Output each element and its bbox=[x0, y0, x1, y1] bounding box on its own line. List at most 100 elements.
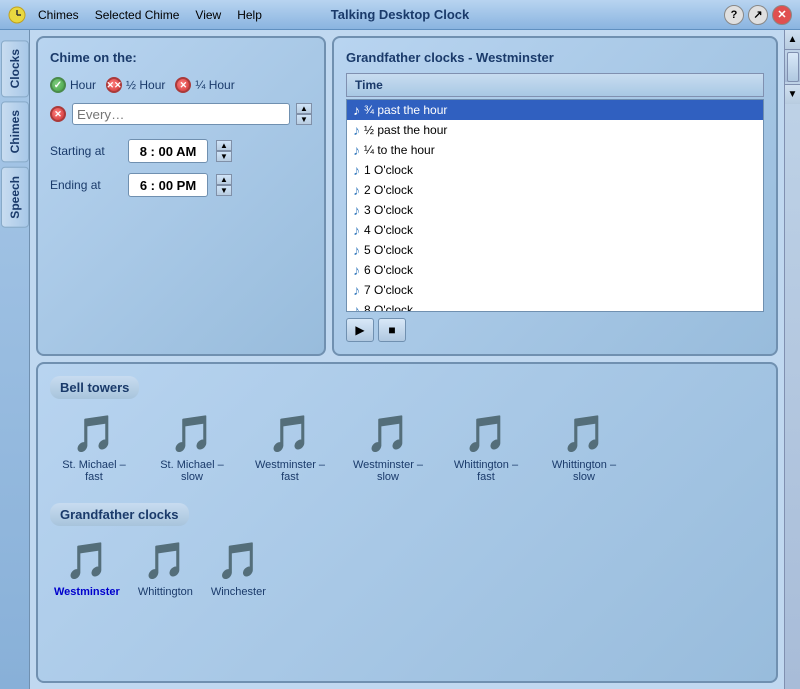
chime-list-item[interactable]: ♪½ past the hour bbox=[347, 120, 763, 140]
music-icon: 🎵 bbox=[170, 413, 215, 455]
main-content: Clocks Chimes Speech Chime on the: Hour … bbox=[0, 30, 800, 689]
card-label: Westminster – slow bbox=[348, 459, 428, 483]
card-label: St. Michael – slow bbox=[152, 459, 232, 483]
play-button[interactable]: ▶ bbox=[346, 318, 374, 342]
music-icon: 🎵 bbox=[216, 540, 261, 582]
quarter-hour-option[interactable]: ✕ ¼ Hour bbox=[175, 77, 234, 93]
grandfather-card[interactable]: 🎵 Winchester bbox=[207, 536, 270, 602]
hour-radio[interactable] bbox=[50, 77, 66, 93]
chime-list-item[interactable]: ♪¾ past the hour bbox=[347, 100, 763, 120]
bell-tower-card[interactable]: 🎵Whittington – slow bbox=[540, 409, 628, 487]
grandfather-grid: 🎵Westminster🎵Whittington🎵Winchester bbox=[50, 536, 764, 602]
half-hour-option[interactable]: ✕ ½ Hour bbox=[106, 77, 165, 93]
music-icon: 🎵 bbox=[366, 413, 411, 455]
every-spinner: ▲ ▼ bbox=[296, 103, 312, 125]
chime-settings-panel: Chime on the: Hour ✕ ½ Hour ✕ ¼ Hour bbox=[36, 36, 326, 356]
music-icon: 🎵 bbox=[65, 540, 110, 582]
bottom-panel: Bell towers 🎵St. Michael – fast🎵St. Mich… bbox=[36, 362, 778, 683]
ending-at-label: Ending at bbox=[50, 178, 120, 192]
ending-spin-up[interactable]: ▲ bbox=[216, 174, 232, 185]
menu-help[interactable]: Help bbox=[231, 6, 268, 24]
app-icon bbox=[8, 6, 26, 24]
chime-list-item[interactable]: ♪3 O'clock bbox=[347, 200, 763, 220]
card-label: Whittington bbox=[138, 586, 193, 598]
note-icon: ♪ bbox=[353, 222, 360, 238]
chime-list-container[interactable]: ♪¾ past the hour♪½ past the hour♪¼ to th… bbox=[346, 99, 764, 312]
chime-list-item[interactable]: ♪2 O'clock bbox=[347, 180, 763, 200]
half-hour-radio[interactable]: ✕ bbox=[106, 77, 122, 93]
bell-towers-header: Bell towers bbox=[50, 376, 139, 399]
note-icon: ♪ bbox=[353, 142, 360, 158]
maximize-button[interactable]: ↗ bbox=[748, 5, 768, 25]
outer-scrollbar[interactable]: ▲ ▼ bbox=[784, 30, 800, 689]
menu-view[interactable]: View bbox=[189, 6, 227, 24]
note-icon: ♪ bbox=[353, 262, 360, 278]
note-icon: ♪ bbox=[353, 102, 360, 118]
scroll-thumb[interactable] bbox=[787, 52, 799, 82]
music-icon: 🎵 bbox=[268, 413, 313, 455]
card-label: Whittington – slow bbox=[544, 459, 624, 483]
chime-list-item[interactable]: ♪8 O'clock bbox=[347, 300, 763, 312]
chime-list-title: Grandfather clocks - Westminster bbox=[346, 50, 764, 65]
grandfather-card[interactable]: 🎵Westminster bbox=[50, 536, 124, 602]
bell-tower-card[interactable]: 🎵Westminster – fast bbox=[246, 409, 334, 487]
sidebar-tab-chimes[interactable]: Chimes bbox=[1, 101, 29, 162]
every-radio[interactable]: ✕ bbox=[50, 106, 66, 122]
note-icon: ♪ bbox=[353, 202, 360, 218]
every-input[interactable] bbox=[72, 103, 290, 125]
every-spin-up[interactable]: ▲ bbox=[296, 103, 312, 114]
bell-towers-grid: 🎵St. Michael – fast🎵St. Michael – slow🎵W… bbox=[50, 409, 764, 487]
card-label: Winchester bbox=[211, 586, 266, 598]
menu-chimes[interactable]: Chimes bbox=[32, 6, 85, 24]
title-bar: Chimes Selected Chime View Help Talking … bbox=[0, 0, 800, 30]
every-row: ✕ ▲ ▼ bbox=[50, 103, 312, 125]
stop-button[interactable]: ■ bbox=[378, 318, 406, 342]
note-icon: ♪ bbox=[353, 182, 360, 198]
close-button[interactable]: ✕ bbox=[772, 5, 792, 25]
starting-spin-up[interactable]: ▲ bbox=[216, 140, 232, 151]
menu-selected-chime[interactable]: Selected Chime bbox=[89, 6, 186, 24]
list-column-header: Time bbox=[346, 73, 764, 97]
music-icon: 🎵 bbox=[143, 540, 188, 582]
hour-label: Hour bbox=[70, 78, 96, 92]
starting-spinner: ▲ ▼ bbox=[216, 140, 232, 162]
bell-tower-card[interactable]: 🎵St. Michael – fast bbox=[50, 409, 138, 487]
scroll-down-arrow[interactable]: ▼ bbox=[785, 84, 800, 104]
chime-list-item[interactable]: ♪¼ to the hour bbox=[347, 140, 763, 160]
bell-tower-card[interactable]: 🎵Whittington – fast bbox=[442, 409, 530, 487]
quarter-hour-label: ¼ Hour bbox=[195, 78, 234, 92]
chime-list-item[interactable]: ♪6 O'clock bbox=[347, 260, 763, 280]
ending-spin-down[interactable]: ▼ bbox=[216, 185, 232, 196]
help-button[interactable]: ? bbox=[724, 5, 744, 25]
grandfather-card[interactable]: 🎵 Whittington bbox=[134, 536, 197, 602]
note-icon: ♪ bbox=[353, 122, 360, 138]
bell-tower-card[interactable]: 🎵 St. Michael – slow bbox=[148, 409, 236, 487]
chime-list-item[interactable]: ♪4 O'clock bbox=[347, 220, 763, 240]
starting-spin-down[interactable]: ▼ bbox=[216, 151, 232, 162]
center-area: Chime on the: Hour ✕ ½ Hour ✕ ¼ Hour bbox=[30, 30, 784, 689]
top-panel: Chime on the: Hour ✕ ½ Hour ✕ ¼ Hour bbox=[36, 36, 778, 356]
left-sidebar: Clocks Chimes Speech bbox=[0, 30, 30, 689]
ending-at-row: Ending at ▲ ▼ bbox=[50, 173, 312, 197]
grandfather-clocks-header: Grandfather clocks bbox=[50, 503, 189, 526]
starting-at-input[interactable] bbox=[128, 139, 208, 163]
chime-list-item[interactable]: ♪5 O'clock bbox=[347, 240, 763, 260]
sidebar-tab-speech[interactable]: Speech bbox=[1, 167, 29, 228]
chime-list-item[interactable]: ♪7 O'clock bbox=[347, 280, 763, 300]
ending-at-input[interactable] bbox=[128, 173, 208, 197]
chime-options-row: Hour ✕ ½ Hour ✕ ¼ Hour bbox=[50, 77, 312, 93]
quarter-hour-radio[interactable]: ✕ bbox=[175, 77, 191, 93]
title-buttons: ? ↗ ✕ bbox=[724, 5, 792, 25]
bell-tower-card[interactable]: 🎵 Westminster – slow bbox=[344, 409, 432, 487]
chime-list-item[interactable]: ♪1 O'clock bbox=[347, 160, 763, 180]
hour-option[interactable]: Hour bbox=[50, 77, 96, 93]
playback-controls: ▶ ■ bbox=[346, 318, 764, 342]
starting-at-label: Starting at bbox=[50, 144, 120, 158]
every-spin-down[interactable]: ▼ bbox=[296, 114, 312, 125]
sidebar-tab-clocks[interactable]: Clocks bbox=[1, 40, 29, 97]
starting-at-row: Starting at ▲ ▼ bbox=[50, 139, 312, 163]
note-icon: ♪ bbox=[353, 242, 360, 258]
window-title: Talking Desktop Clock bbox=[331, 7, 469, 22]
card-label: St. Michael – fast bbox=[54, 459, 134, 483]
scroll-up-arrow[interactable]: ▲ bbox=[785, 30, 800, 50]
